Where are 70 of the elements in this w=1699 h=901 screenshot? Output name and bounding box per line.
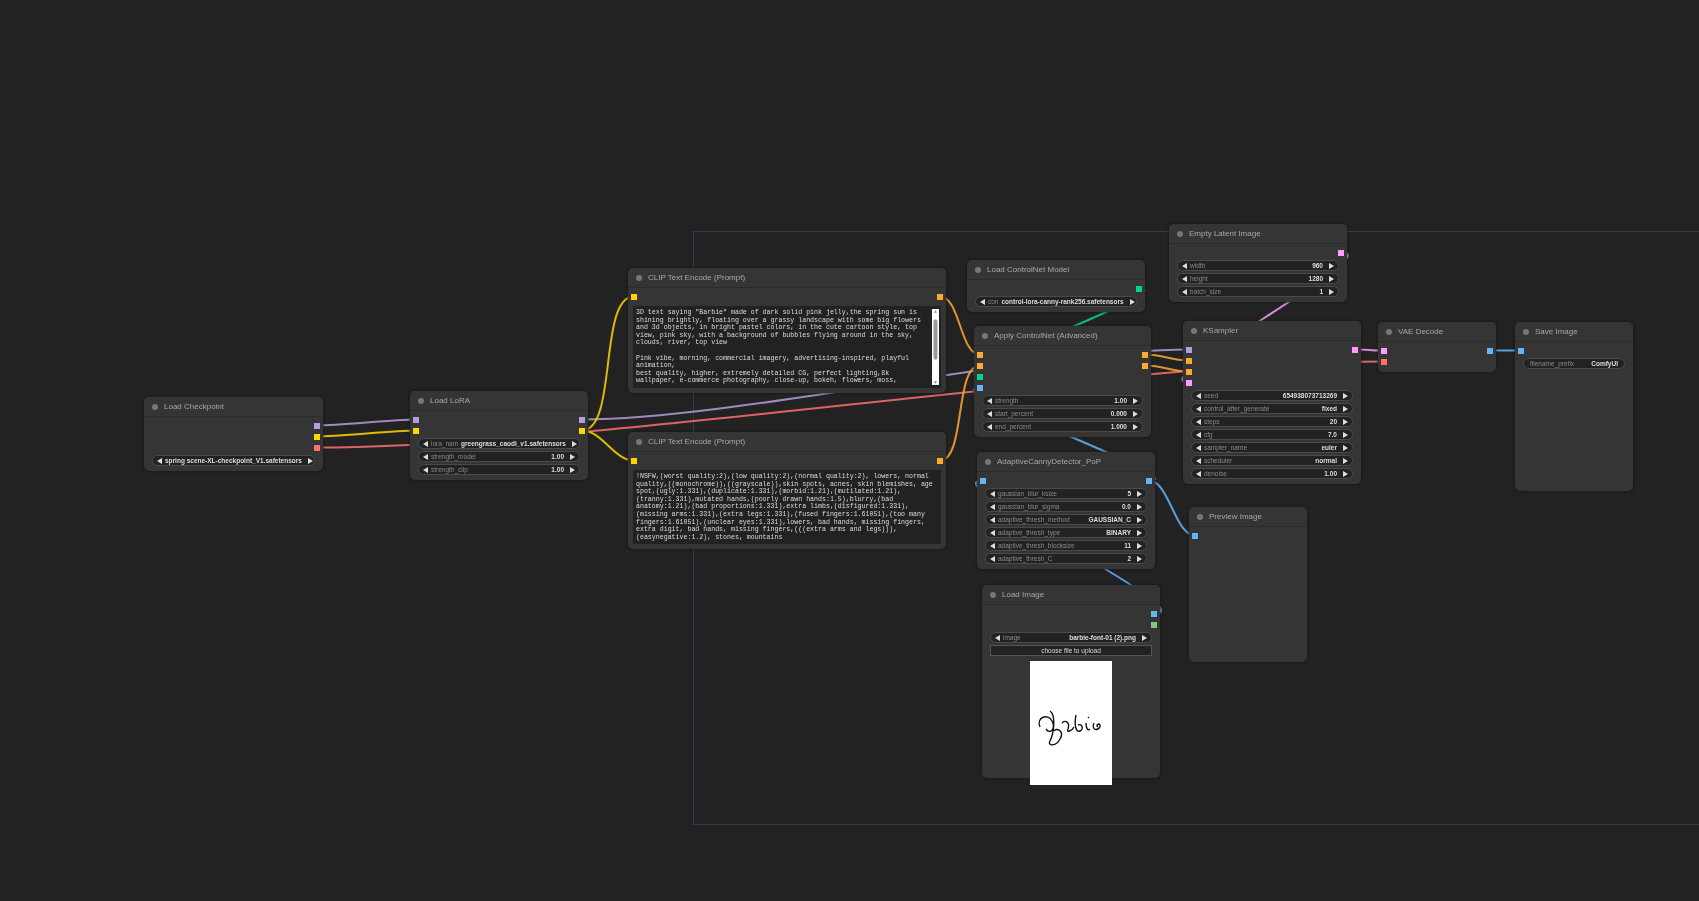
output-slot[interactable] <box>937 457 943 464</box>
output-slot[interactable] <box>1146 477 1152 484</box>
left-arrow-icon[interactable] <box>980 298 985 305</box>
node-panel[interactable]: VAE Decode <box>1378 322 1496 372</box>
right-arrow-icon[interactable] <box>1142 634 1147 641</box>
input-slot[interactable] <box>977 373 983 380</box>
output-slot[interactable] <box>1151 610 1157 617</box>
right-arrow-icon[interactable] <box>1129 298 1135 305</box>
input-slot[interactable] <box>977 362 983 369</box>
input-slot[interactable] <box>1381 358 1387 365</box>
input-slot[interactable] <box>1192 532 1198 539</box>
input-slot[interactable] <box>1186 368 1192 375</box>
node-dot-icon[interactable] <box>1523 328 1529 335</box>
output-slot[interactable] <box>1142 362 1148 369</box>
output-slot[interactable] <box>1487 347 1493 354</box>
input-slot[interactable] <box>413 416 419 423</box>
node-dot-icon[interactable] <box>975 266 981 273</box>
input-slot[interactable] <box>980 477 986 484</box>
input-slot[interactable] <box>413 427 419 434</box>
input-slot[interactable] <box>631 293 637 300</box>
node-panel[interactable] <box>628 432 946 550</box>
node-dot-icon[interactable] <box>1177 230 1183 237</box>
node-dot-icon[interactable] <box>1386 328 1392 335</box>
node-dot-icon[interactable] <box>152 403 158 410</box>
node-title: CLIP Text Encode (Prompt) <box>648 437 746 446</box>
output-slot[interactable] <box>314 422 320 429</box>
node-title: Load LoRA <box>430 396 471 405</box>
output-slot[interactable] <box>1151 621 1157 628</box>
output-slot[interactable] <box>579 427 585 434</box>
node-dot-icon[interactable] <box>1197 513 1203 520</box>
left-arrow-icon[interactable] <box>157 457 162 464</box>
node-title: Apply ControlNet (Advanced) <box>994 331 1098 340</box>
scrollbar[interactable] <box>932 309 939 385</box>
input-slot[interactable] <box>1186 346 1192 353</box>
node-dot-icon[interactable] <box>418 397 424 404</box>
node-panel[interactable] <box>628 268 946 393</box>
left-arrow-icon[interactable] <box>995 634 1000 641</box>
node-title: Load Checkpoint <box>164 402 225 411</box>
output-slot[interactable] <box>579 416 585 423</box>
node-title: CLIP Text Encode (Prompt) <box>648 273 746 282</box>
node-dot-icon[interactable] <box>636 274 642 281</box>
node-title: Empty Latent Image <box>1189 229 1261 238</box>
output-slot[interactable] <box>1338 249 1344 256</box>
node-title: VAE Decode <box>1398 327 1444 336</box>
input-slot[interactable] <box>977 384 983 391</box>
input-slot[interactable] <box>977 351 983 358</box>
node-title: KSampler <box>1203 326 1239 335</box>
node-title: AdaptiveCannyDetector_PoP <box>997 457 1102 466</box>
output-slot[interactable] <box>937 293 943 300</box>
node-dot-icon[interactable] <box>985 458 991 465</box>
output-slot[interactable] <box>1142 351 1148 358</box>
output-slot[interactable] <box>314 444 320 451</box>
node-title: Preview Image <box>1209 512 1262 521</box>
output-slot[interactable] <box>1352 346 1358 353</box>
input-slot[interactable] <box>1186 379 1192 386</box>
node-dot-icon[interactable] <box>982 332 988 339</box>
output-slot[interactable] <box>314 433 320 440</box>
input-slot[interactable] <box>1186 357 1192 364</box>
input-slot[interactable] <box>631 457 637 464</box>
node-dot-icon[interactable] <box>636 438 642 445</box>
output-slot[interactable] <box>1136 285 1142 292</box>
node-title: Load Image <box>1002 590 1045 599</box>
node-panel[interactable]: Preview Image <box>1189 507 1307 662</box>
input-slot[interactable] <box>1381 347 1387 354</box>
node-dot-icon[interactable] <box>1191 327 1197 334</box>
input-slot[interactable] <box>1518 347 1524 354</box>
right-arrow-icon[interactable] <box>307 457 313 464</box>
node-dot-icon[interactable] <box>990 591 996 598</box>
node-title: Load ControlNet Model <box>987 265 1070 274</box>
node-title: Save Image <box>1535 327 1578 336</box>
